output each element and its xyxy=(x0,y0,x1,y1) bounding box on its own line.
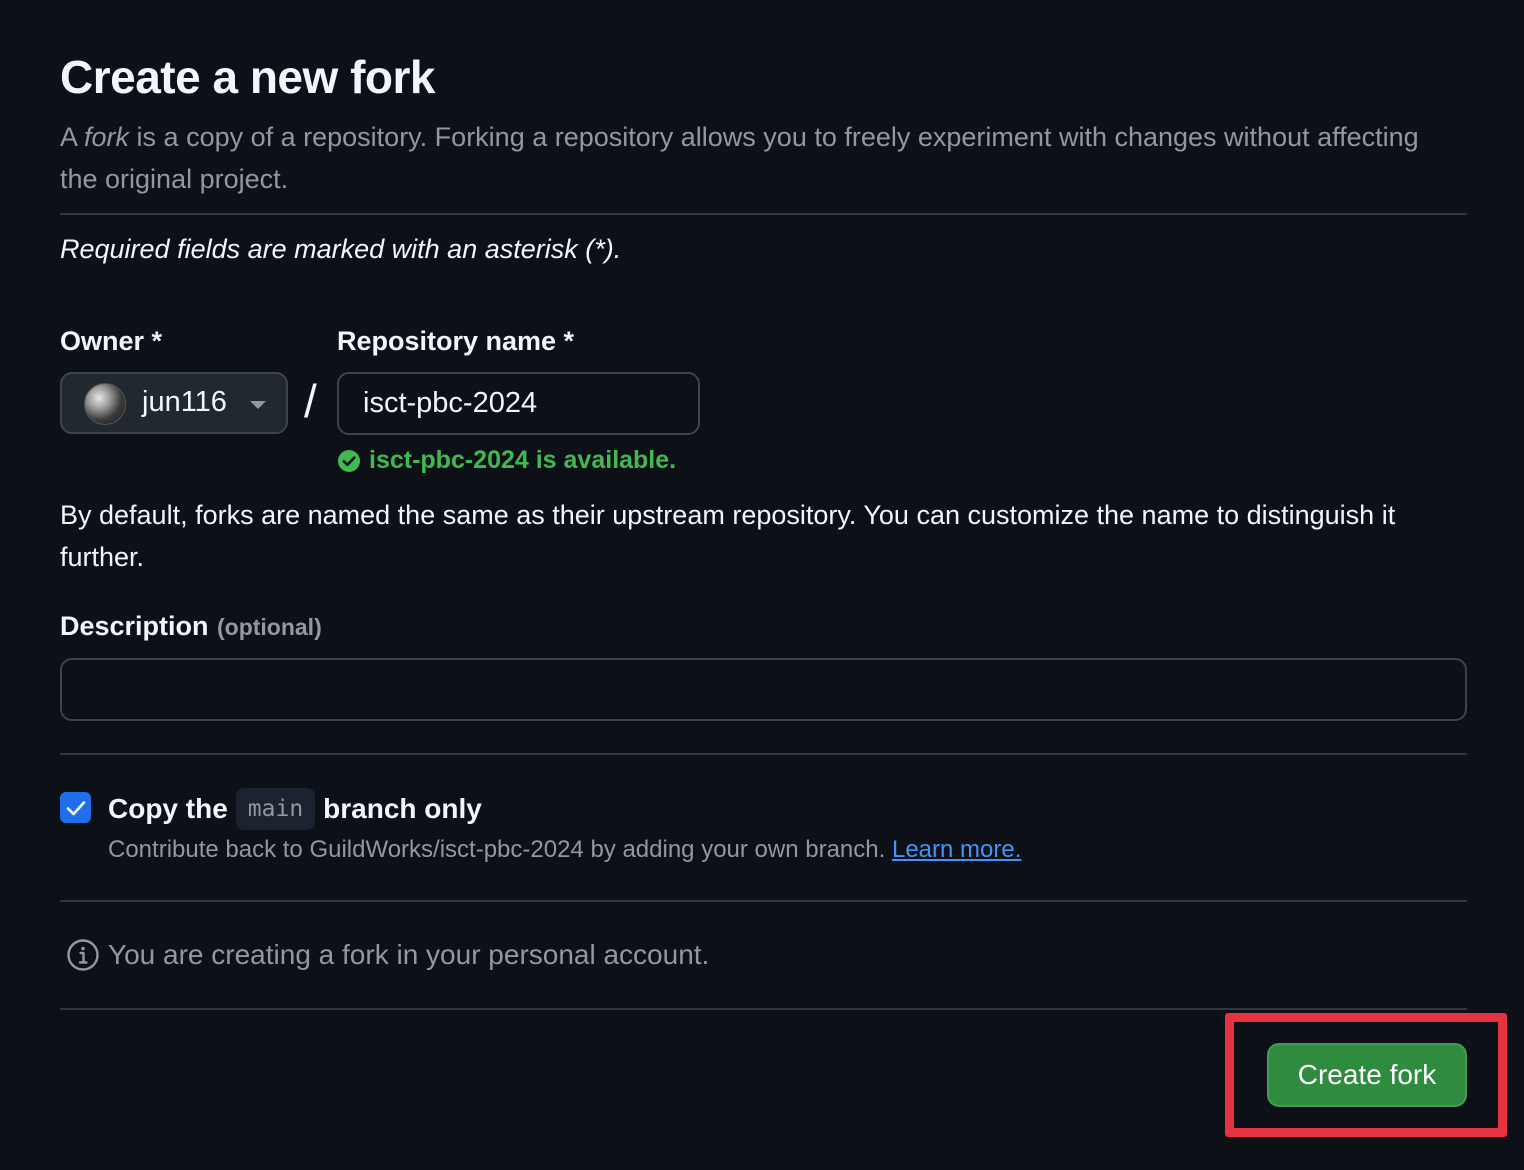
copy-branch-label[interactable]: Copy the main branch only xyxy=(108,788,482,830)
repository-name-label: Repository name * xyxy=(337,326,575,356)
subtitle-emphasis: fork xyxy=(84,122,130,152)
description-label-text: Description xyxy=(60,611,209,641)
info-icon xyxy=(67,939,99,971)
create-fork-button[interactable]: Create fork xyxy=(1267,1043,1467,1107)
availability-message: isct-pbc-2024 is available. xyxy=(337,446,676,475)
divider xyxy=(60,900,1467,902)
naming-help-text: By default, forks are named the same as … xyxy=(60,500,1396,572)
owner-repo-separator: / xyxy=(304,375,317,427)
avatar xyxy=(84,383,126,425)
subtitle-prefix: A xyxy=(60,122,85,152)
chevron-down-icon xyxy=(250,401,266,409)
personal-account-info: You are creating a fork in your personal… xyxy=(66,938,709,972)
check-circle-icon xyxy=(338,449,360,472)
learn-more-link[interactable]: Learn more. xyxy=(892,836,1021,863)
description-input[interactable] xyxy=(60,658,1467,721)
description-label: Description (optional) xyxy=(60,611,322,642)
copy-branch-checkbox[interactable] xyxy=(60,792,91,823)
copy-branch-label-before: Copy the xyxy=(108,793,228,824)
owner-label: Owner * xyxy=(60,326,163,356)
divider xyxy=(60,213,1467,215)
divider xyxy=(60,753,1467,755)
owner-select[interactable]: jun116 xyxy=(60,372,288,434)
copy-branch-note-text: Contribute back to GuildWorks/isct-pbc-2… xyxy=(108,836,886,863)
repository-name-input[interactable] xyxy=(337,372,700,435)
copy-branch-label-after: branch only xyxy=(323,793,482,824)
divider xyxy=(60,1008,1467,1010)
subtitle-text: is a copy of a repository. Forking a rep… xyxy=(60,122,1419,194)
info-text: You are creating a fork in your personal… xyxy=(108,939,710,970)
copy-branch-note: Contribute back to GuildWorks/isct-pbc-2… xyxy=(108,836,1021,864)
branch-name-code: main xyxy=(235,788,316,830)
page-title: Create a new fork xyxy=(60,51,435,103)
availability-text: isct-pbc-2024 is available. xyxy=(369,446,677,474)
required-fields-note: Required fields are marked with an aster… xyxy=(60,234,622,264)
optional-tag: (optional) xyxy=(216,614,322,640)
page-subtitle: A fork is a copy of a repository. Forkin… xyxy=(60,116,1460,200)
owner-name: jun116 xyxy=(142,386,227,418)
checkmark-icon xyxy=(66,800,85,815)
